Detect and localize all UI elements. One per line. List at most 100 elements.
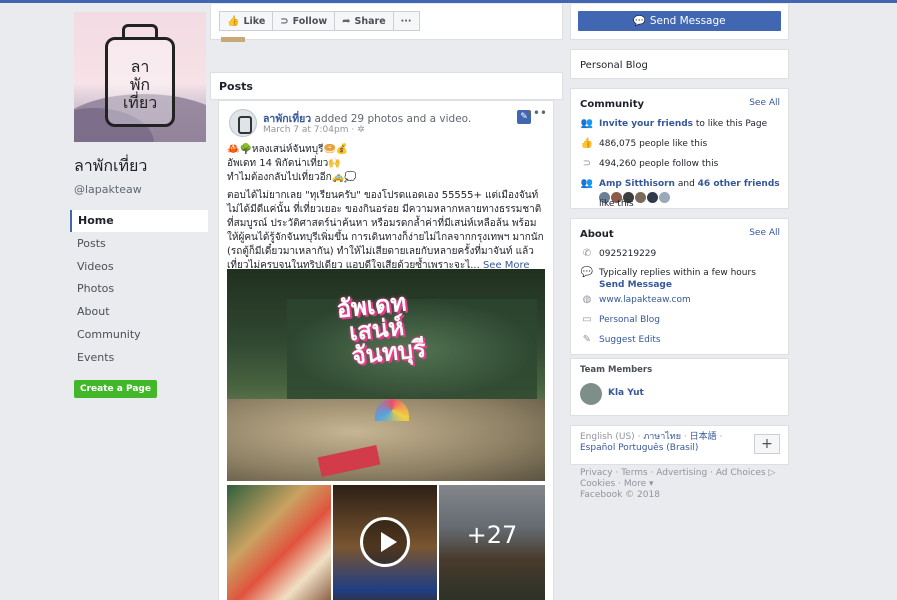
separator: ·: [683, 432, 687, 442]
other-friends-link[interactable]: 46 other friends: [698, 179, 780, 189]
nav-item-posts[interactable]: Posts: [70, 233, 208, 255]
website-link[interactable]: www.lapakteaw.com: [599, 295, 691, 305]
post-action-text: added 29 photos and a video.: [314, 113, 472, 125]
team-member-name[interactable]: Kla Yut: [608, 388, 644, 398]
suggest-edits-row: ✎ Suggest Edits: [571, 330, 788, 350]
category-row: ▭ Personal Blog: [571, 310, 788, 330]
left-column: ลา พัก เที่ยว ลาพักเที่ยว @lapakteaw Hom…: [70, 8, 208, 398]
and-text: and: [677, 179, 695, 189]
copyright-text: Facebook © 2018: [580, 490, 660, 500]
footer-link[interactable]: Terms: [621, 468, 648, 478]
language-link[interactable]: Español: [580, 443, 615, 453]
response-time: Typically replies within a few hours: [599, 268, 756, 278]
nav-item-home[interactable]: Home: [70, 210, 208, 232]
footer-link[interactable]: Cookies: [580, 479, 615, 489]
photo-overlay-title: อัพเดท เสน่ห์ จันทบุรี: [335, 287, 428, 371]
footer-link[interactable]: Advertising: [656, 468, 707, 478]
post-timestamp[interactable]: March 7 at 7:04pm · ✲: [263, 125, 365, 135]
post-video-thumbnail[interactable]: [333, 485, 437, 600]
nav-item-photos[interactable]: Photos: [70, 278, 208, 300]
thumbs-up-icon: 👍: [580, 138, 594, 149]
post-header: ลาพักเที่ยว added 29 photos and a video.…: [219, 101, 553, 143]
messenger-icon: 💬: [633, 16, 646, 27]
separator: ·: [719, 432, 723, 442]
logo-text: ลา พัก เที่ยว: [104, 58, 176, 112]
add-language-button[interactable]: +: [754, 434, 780, 454]
current-language: English (US): [580, 432, 635, 442]
post-photo-thumbnail[interactable]: [227, 485, 331, 600]
language-list: English (US) · ภาษาไทย · 日本語 · Español P…: [580, 432, 750, 454]
page-footer: Privacy · Terms · Advertising · Ad Choic…: [580, 468, 780, 501]
main-column: 👍 Like ⊃ Follow ➦ Share ··· Posts ลาพักเที่…: [210, 4, 563, 600]
previous-post-thumbnail: [221, 37, 245, 42]
phone-row: ✆ 0925219229: [571, 244, 788, 264]
logo-text-line: เที่ยว: [122, 93, 158, 112]
send-message-link[interactable]: Send Message: [599, 280, 672, 290]
logo-text-line: ลา: [130, 57, 150, 76]
post-date-text: March 7 at 7:04pm: [263, 125, 349, 135]
page-handle[interactable]: @lapakteaw: [70, 183, 206, 196]
team-member-avatar[interactable]: [580, 383, 602, 405]
post-main-photo[interactable]: อัพเดท เสน่ห์ จันทบุรี: [227, 269, 545, 481]
likes-row: 👍 486,075 people like this: [571, 134, 788, 154]
globe-icon: ✲: [357, 125, 365, 135]
category-link[interactable]: Personal Blog: [599, 315, 660, 325]
messenger-row: 💬 Typically replies within a few hours Sen…: [571, 264, 788, 290]
nav-item-events[interactable]: Events: [70, 347, 208, 369]
language-link[interactable]: ภาษาไทย: [643, 432, 681, 442]
phone-number[interactable]: 0925219229: [599, 249, 656, 259]
post-headline-line: อัพเดท 14 พิกัดน่าเที่ยว🙌: [227, 158, 341, 169]
send-message-card: 💬 Send Message: [570, 4, 789, 40]
create-page-button[interactable]: Create a Page: [74, 379, 157, 398]
footer-link[interactable]: Privacy: [580, 468, 613, 478]
nav-item-community[interactable]: Community: [70, 324, 208, 346]
invite-friends-row: 👥 Invite your friends to like this Page: [571, 114, 788, 134]
post-body: ตอบได้ไม่ยากเลย "ทุเรียนครับ" ของโปรดแอด…: [227, 189, 545, 273]
photo-title-line: จันทบุรี: [350, 333, 428, 371]
page-category[interactable]: Personal Blog: [580, 60, 648, 71]
phone-icon: ✆: [582, 248, 592, 259]
send-message-button[interactable]: 💬 Send Message: [578, 11, 781, 31]
friend-link[interactable]: Amp Sitthisorn: [599, 179, 675, 189]
community-see-all-link[interactable]: See All: [749, 98, 780, 108]
like-button[interactable]: 👍 Like: [219, 11, 274, 31]
nav-item-videos[interactable]: Videos: [70, 256, 208, 278]
community-card: Community See All 👥 Invite your friends t…: [570, 88, 789, 209]
globe-icon: ◍: [582, 294, 592, 305]
footer-link[interactable]: More: [624, 479, 646, 489]
page-avatar[interactable]: [229, 109, 257, 137]
separator: ·: [637, 432, 641, 442]
thumbs-up-icon: 👍: [227, 15, 240, 27]
language-link[interactable]: 日本語: [690, 432, 717, 442]
about-see-all-link[interactable]: See All: [749, 228, 780, 238]
language-link[interactable]: Português (Brasil): [618, 443, 698, 453]
community-title: Community: [580, 99, 645, 110]
about-header: About See All: [571, 219, 788, 244]
footer-links: Cookies · More ▾: [580, 479, 654, 489]
follow-button[interactable]: ⊃ Follow: [272, 11, 336, 31]
post-photo-thumbnail[interactable]: +27: [439, 485, 545, 600]
pencil-icon: ✎: [582, 334, 592, 345]
nav-item-about[interactable]: About: [70, 301, 208, 323]
logo-text-line: พัก: [129, 75, 151, 94]
likes-count: 486,075 people like this: [599, 139, 708, 149]
invite-friends-link[interactable]: Invite your friends: [599, 119, 693, 129]
share-label: Share: [354, 15, 386, 27]
play-icon[interactable]: [360, 517, 410, 567]
more-photos-count[interactable]: +27: [439, 485, 545, 600]
post-author[interactable]: ลาพักเที่ยว: [263, 113, 311, 125]
send-message-label: Send Message: [649, 15, 726, 27]
suggest-edits-link[interactable]: Suggest Edits: [599, 335, 661, 345]
post-options-icon[interactable]: •••: [526, 106, 547, 120]
more-options-button[interactable]: ···: [392, 11, 420, 31]
invite-rest-text: to like this Page: [695, 119, 768, 129]
page-profile-picture[interactable]: ลา พัก เที่ยว: [74, 12, 206, 142]
share-arrow-icon: ➦: [342, 15, 351, 27]
page-title[interactable]: ลาพักเที่ยว: [70, 154, 206, 179]
share-button[interactable]: ➦ Share: [334, 11, 394, 31]
friends-like-row: 👥 Amp Sitthisorn and 46 other friends lik…: [571, 174, 788, 209]
language-card: English (US) · ภาษาไทย · 日本語 · Español P…: [570, 425, 789, 465]
rss-icon: ⊃: [582, 158, 592, 169]
footer-link[interactable]: Ad Choices: [716, 468, 766, 478]
messenger-icon: 💬: [580, 267, 594, 278]
